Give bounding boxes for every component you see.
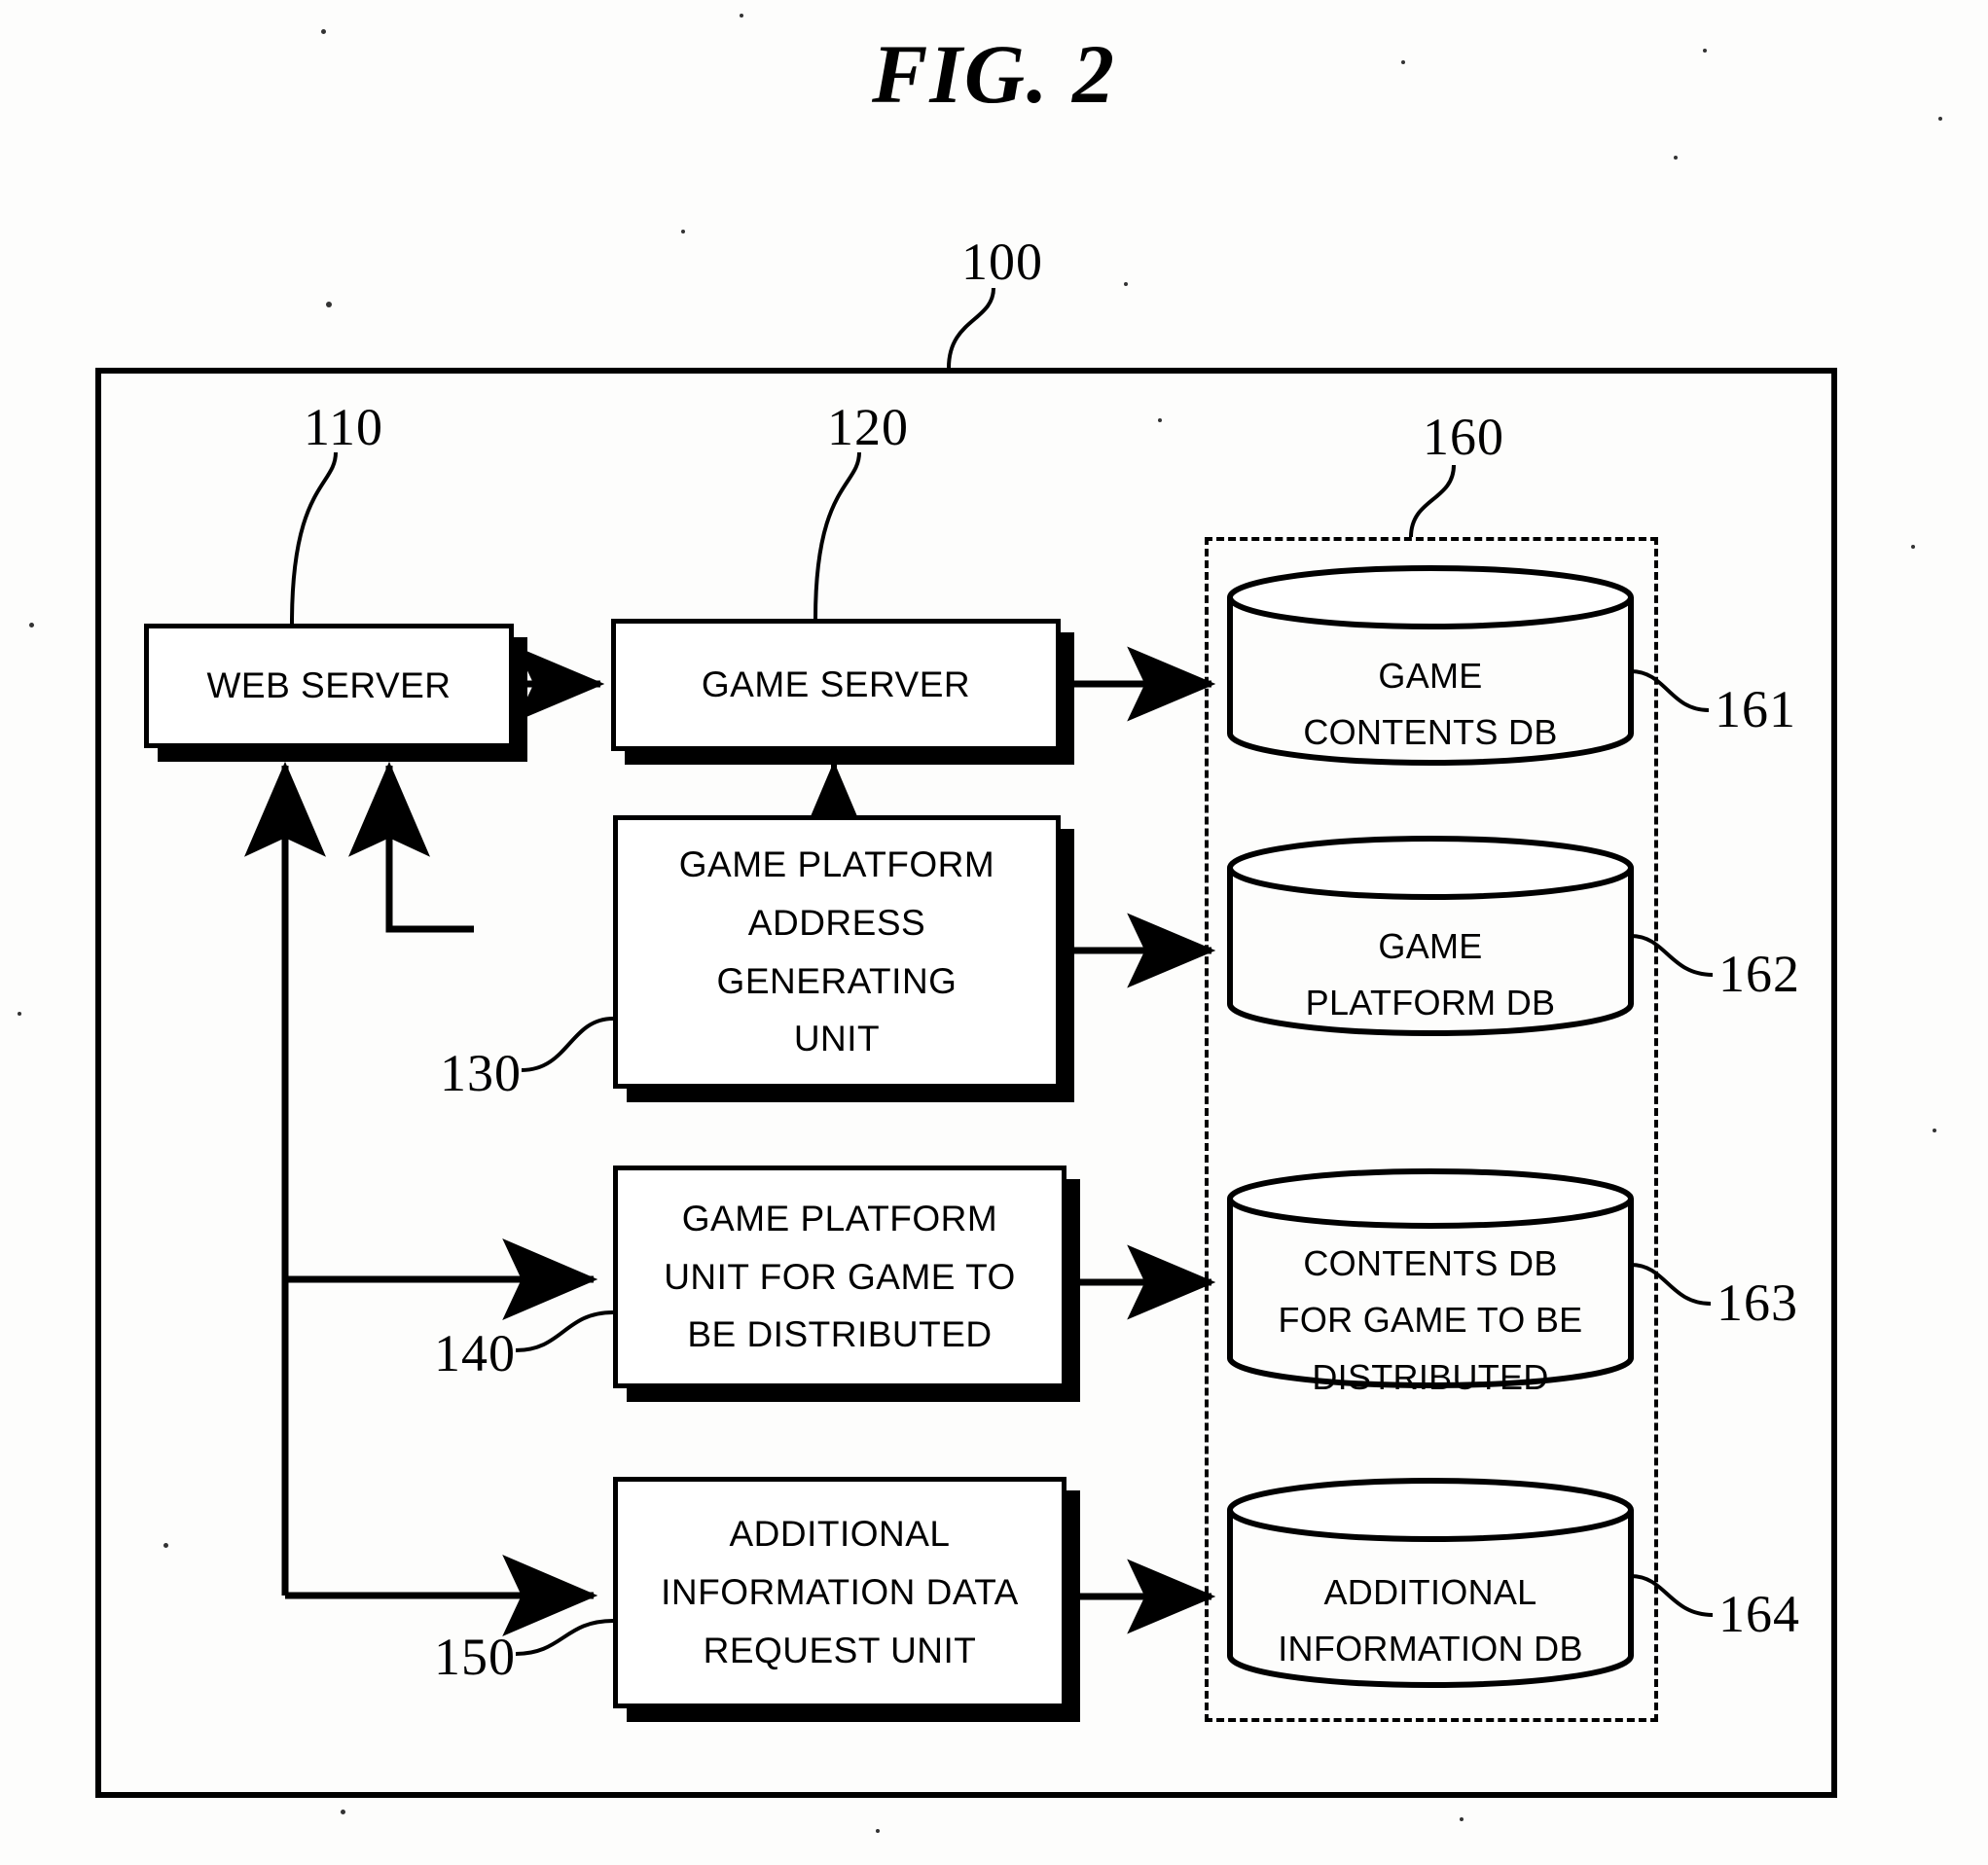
refnum-130: 130 — [440, 1044, 522, 1102]
block-130-line-0: GAME PLATFORM — [678, 843, 995, 884]
scan-speck — [1938, 117, 1942, 121]
refnum-163: 163 — [1717, 1273, 1798, 1332]
refnum-110: 110 — [304, 398, 383, 456]
block-150-line-2: REQUEST UNIT — [703, 1630, 977, 1670]
scan-speck — [876, 1829, 880, 1833]
db-game-platform[interactable]: GAME PLATFORM DB — [1224, 835, 1637, 1037]
refnum-140: 140 — [434, 1324, 516, 1382]
block-140-line-0: GAME PLATFORM — [681, 1198, 998, 1238]
block-game-platform-address-generating-unit[interactable]: GAME PLATFORM ADDRESS GENERATING UNIT — [613, 815, 1061, 1089]
block-web-server[interactable]: WEB SERVER — [144, 624, 514, 748]
block-additional-information-data-request-unit[interactable]: ADDITIONAL INFORMATION DATA REQUEST UNIT — [613, 1477, 1066, 1708]
db-additional-information[interactable]: ADDITIONAL INFORMATION DB — [1224, 1477, 1637, 1689]
block-150-line-0: ADDITIONAL — [729, 1514, 951, 1555]
block-game-server[interactable]: GAME SERVER — [611, 619, 1061, 751]
db-game-contents[interactable]: GAME CONTENTS DB — [1224, 564, 1637, 767]
db-contents-distributed-label: CONTENTS DB FOR GAME TO BE DISTRIBUTED — [1224, 1236, 1637, 1406]
block-game-platform-unit-for-game-to-be-distributed[interactable]: GAME PLATFORM UNIT FOR GAME TO BE DISTRI… — [613, 1166, 1066, 1388]
db-163-line-0: CONTENTS DB — [1303, 1243, 1558, 1283]
scan-speck — [1674, 156, 1678, 160]
scan-speck — [163, 1543, 168, 1548]
scan-speck — [1158, 418, 1162, 422]
scan-speck — [29, 623, 34, 628]
scan-speck — [1933, 1129, 1936, 1132]
scan-speck — [1460, 1817, 1464, 1821]
block-140-line-2: BE DISTRIBUTED — [687, 1314, 993, 1355]
db-161-line-1: CONTENTS DB — [1303, 712, 1558, 753]
block-140-line-1: UNIT FOR GAME TO — [664, 1256, 1016, 1297]
figure-page: FIG. 2 WEB SERVER GAME SERVER GAME PLATF… — [0, 0, 1988, 1865]
scan-speck — [1124, 282, 1128, 286]
block-130-line-3: UNIT — [793, 1019, 881, 1059]
refnum-150: 150 — [434, 1628, 516, 1686]
block-130-line-1: ADDRESS — [747, 902, 926, 943]
db-163-line-1: FOR GAME TO BE — [1278, 1300, 1583, 1341]
scan-speck — [326, 302, 332, 307]
scan-speck — [321, 29, 326, 34]
block-130-line-2: GENERATING — [716, 960, 958, 1001]
db-contents-for-game-to-be-distributed[interactable]: CONTENTS DB FOR GAME TO BE DISTRIBUTED — [1224, 1167, 1637, 1397]
scan-speck — [18, 1012, 21, 1016]
refnum-161: 161 — [1715, 680, 1796, 738]
block-web-server-line-0: WEB SERVER — [206, 665, 452, 706]
scan-speck — [681, 230, 685, 233]
refnum-160: 160 — [1423, 408, 1504, 466]
scan-speck — [1911, 545, 1915, 549]
scan-speck — [740, 14, 743, 18]
db-164-line-0: ADDITIONAL — [1323, 1572, 1537, 1612]
refnum-100: 100 — [961, 233, 1043, 291]
refnum-120: 120 — [827, 398, 909, 456]
scan-speck — [1703, 49, 1707, 53]
db-163-line-2: DISTRIBUTED — [1312, 1356, 1549, 1397]
db-161-line-0: GAME — [1378, 656, 1483, 696]
db-162-line-0: GAME — [1378, 926, 1483, 966]
db-162-line-1: PLATFORM DB — [1305, 983, 1556, 1023]
block-game-server-line-0: GAME SERVER — [701, 664, 971, 705]
db-game-contents-label: GAME CONTENTS DB — [1224, 648, 1637, 762]
refnum-162: 162 — [1718, 945, 1800, 1003]
block-150-line-1: INFORMATION DATA — [661, 1572, 1019, 1613]
scan-speck — [341, 1810, 345, 1814]
refnum-164: 164 — [1718, 1585, 1800, 1643]
scan-speck — [1401, 60, 1405, 64]
figure-title: FIG. 2 — [872, 27, 1116, 121]
db-additional-information-label: ADDITIONAL INFORMATION DB — [1224, 1564, 1637, 1678]
db-game-platform-label: GAME PLATFORM DB — [1224, 918, 1637, 1032]
db-164-line-1: INFORMATION DB — [1278, 1629, 1583, 1669]
